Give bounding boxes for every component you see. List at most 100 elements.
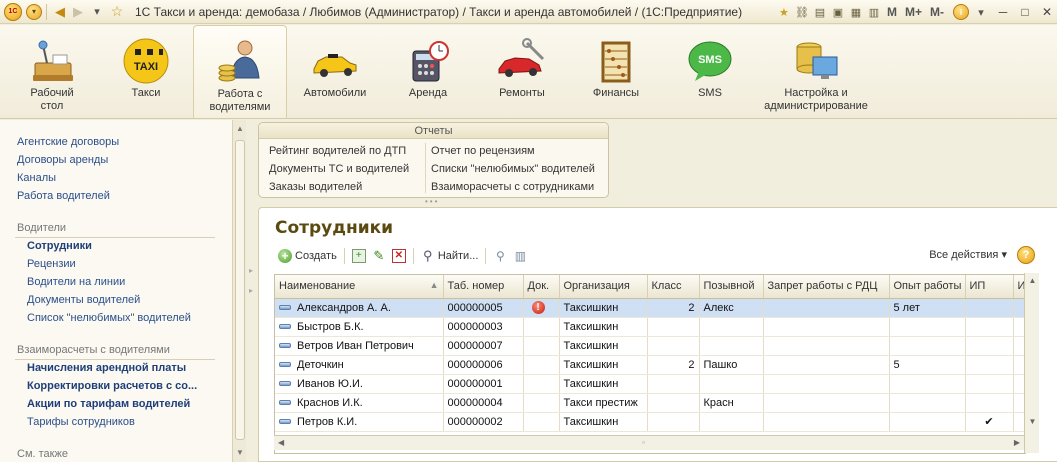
nav-item-employees[interactable]: Сотрудники bbox=[27, 240, 92, 252]
column-header-name[interactable]: Наименование ▲ bbox=[275, 275, 444, 299]
cell-ban[interactable] bbox=[763, 317, 890, 337]
column-header-tab[interactable]: Таб. номер bbox=[443, 275, 524, 299]
panel-splitter[interactable]: ▸ ▸ bbox=[246, 120, 256, 462]
nav-link-driver-work[interactable]: Работа водителей bbox=[17, 190, 110, 202]
cell-ip[interactable] bbox=[965, 374, 1014, 394]
scroll-up-icon[interactable]: ▲ bbox=[235, 124, 245, 133]
cell-experience[interactable] bbox=[889, 393, 966, 413]
cell-doc[interactable] bbox=[523, 317, 560, 337]
cell-org[interactable]: Таксишкин bbox=[559, 355, 648, 375]
add-favorite-icon[interactable]: ★ bbox=[776, 4, 792, 20]
scroll-thumb[interactable] bbox=[235, 140, 245, 440]
section-finance[interactable]: Финансы bbox=[584, 25, 648, 118]
cell-experience[interactable]: 5 лет bbox=[889, 298, 966, 318]
cell-callsign[interactable]: Красн bbox=[699, 393, 764, 413]
list-settings-button[interactable]: ▥ bbox=[510, 246, 530, 266]
table-vertical-scrollbar[interactable]: ▲ ▼ bbox=[1024, 273, 1039, 453]
section-rent[interactable]: Аренда bbox=[396, 25, 460, 118]
cell-name[interactable]: Александров А. А. bbox=[275, 298, 444, 318]
cell-doc[interactable] bbox=[523, 412, 560, 432]
forward-arrow-icon[interactable]: ▶ bbox=[69, 3, 87, 21]
cell-callsign[interactable] bbox=[699, 374, 764, 394]
cell-doc[interactable] bbox=[523, 355, 560, 375]
cell-class[interactable]: 2 bbox=[647, 355, 700, 375]
report-link-disliked-lists[interactable]: Списки "нелюбимых" водителей bbox=[431, 163, 595, 175]
link-icon[interactable]: ⛓ bbox=[794, 4, 810, 20]
back-arrow-icon[interactable]: ◀ bbox=[51, 3, 69, 21]
cell-experience[interactable] bbox=[889, 374, 966, 394]
copy-button[interactable]: + bbox=[349, 246, 369, 266]
print-icon[interactable]: ▤ bbox=[812, 4, 828, 20]
report-link-accident-rating[interactable]: Рейтинг водителей по ДТП bbox=[269, 145, 406, 157]
column-header-doc[interactable]: Док. bbox=[523, 275, 560, 299]
table-row[interactable]: Петров К.И. 000000002 Таксишкин ✔ bbox=[275, 412, 1025, 432]
cell-ip[interactable] bbox=[965, 298, 1014, 318]
scroll-left-icon[interactable]: ◀ bbox=[278, 438, 284, 447]
all-actions-menu[interactable]: Все действия ▾ bbox=[929, 248, 1007, 261]
cell-experience[interactable] bbox=[889, 412, 966, 432]
scroll-right-icon[interactable]: ▶ bbox=[1014, 438, 1020, 447]
cell-name[interactable]: Петров К.И. bbox=[275, 412, 444, 432]
cell-name[interactable]: Ветров Иван Петрович bbox=[275, 336, 444, 356]
section-sms[interactable]: SMS SMS bbox=[680, 25, 740, 118]
cell-ban[interactable] bbox=[763, 336, 890, 356]
table-horizontal-scrollbar[interactable]: ◀ ▫ ▶ bbox=[274, 435, 1024, 450]
cell-org[interactable]: Таксишкин bbox=[559, 298, 648, 318]
cell-org[interactable]: Такси престиж bbox=[559, 393, 648, 413]
cell-ip[interactable] bbox=[965, 336, 1014, 356]
cell-ip[interactable] bbox=[965, 317, 1014, 337]
cell-class[interactable] bbox=[647, 412, 700, 432]
nav-item-disliked-drivers[interactable]: Список "нелюбимых" водителей bbox=[27, 312, 191, 324]
table-row[interactable]: Краснов И.К. 000000004 Такси престиж Красн bbox=[275, 393, 1025, 413]
scroll-down-icon[interactable]: ▼ bbox=[1027, 417, 1038, 426]
cell-name[interactable]: Иванов Ю.И. bbox=[275, 374, 444, 394]
memory-button[interactable]: M bbox=[884, 5, 900, 19]
cell-ban[interactable] bbox=[763, 298, 890, 318]
cell-callsign[interactable] bbox=[699, 336, 764, 356]
cell-doc[interactable]: ! bbox=[523, 298, 560, 318]
section-repairs[interactable]: Ремонты bbox=[490, 25, 554, 118]
cell-ip[interactable] bbox=[965, 355, 1014, 375]
favorites-star-icon[interactable]: ☆ bbox=[107, 2, 127, 22]
nav-item-tariff-promos[interactable]: Акции по тарифам водителей bbox=[27, 398, 190, 410]
scroll-down-icon[interactable]: ▼ bbox=[235, 448, 245, 457]
cell-class[interactable] bbox=[647, 336, 700, 356]
nav-item-rent-charges[interactable]: Начисления арендной платы bbox=[27, 362, 186, 374]
cell-experience[interactable]: 5 bbox=[889, 355, 966, 375]
cell-doc[interactable] bbox=[523, 374, 560, 394]
memory-minus-button[interactable]: M- bbox=[927, 5, 947, 19]
cell-ban[interactable] bbox=[763, 355, 890, 375]
calendar-icon[interactable]: ▥ bbox=[866, 4, 882, 20]
cell-callsign[interactable] bbox=[699, 317, 764, 337]
nav-item-reviews[interactable]: Рецензии bbox=[27, 258, 76, 270]
cell-name[interactable]: Краснов И.К. bbox=[275, 393, 444, 413]
section-settings[interactable]: Настройка и администрирование bbox=[760, 25, 872, 118]
cell-callsign[interactable] bbox=[699, 412, 764, 432]
cell-ban[interactable] bbox=[763, 393, 890, 413]
section-drivers[interactable]: Работа с водителями bbox=[193, 25, 287, 118]
cell-tab[interactable]: 000000004 bbox=[443, 393, 524, 413]
scroll-up-icon[interactable]: ▲ bbox=[1027, 276, 1038, 285]
report-link-driver-orders[interactable]: Заказы водителей bbox=[269, 181, 362, 193]
cancel-search-button[interactable]: ⚲ bbox=[490, 246, 510, 266]
cell-experience[interactable] bbox=[889, 336, 966, 356]
save-icon[interactable]: ▣ bbox=[830, 4, 846, 20]
cell-tab[interactable]: 000000007 bbox=[443, 336, 524, 356]
cell-org[interactable]: Таксишкин bbox=[559, 317, 648, 337]
section-desktop[interactable]: Рабочий стол bbox=[20, 25, 84, 118]
section-taxi[interactable]: TAXI Такси bbox=[112, 25, 180, 118]
report-link-reviews[interactable]: Отчет по рецензиям bbox=[431, 145, 535, 157]
column-header-callsign[interactable]: Позывной bbox=[699, 275, 764, 299]
create-button[interactable]: + Создать bbox=[275, 246, 340, 266]
app-logo-icon[interactable]: 1С bbox=[4, 2, 22, 21]
cell-class[interactable] bbox=[647, 393, 700, 413]
report-link-vehicle-docs[interactable]: Документы ТС и водителей bbox=[269, 163, 409, 175]
cell-org[interactable]: Таксишкин bbox=[559, 336, 648, 356]
nav-link-agent-contracts[interactable]: Агентские договоры bbox=[17, 136, 119, 148]
column-header-ip[interactable]: ИП bbox=[965, 275, 1014, 299]
info-icon[interactable]: i bbox=[953, 4, 969, 20]
cell-name[interactable]: Быстров Б.К. bbox=[275, 317, 444, 337]
left-nav-scrollbar[interactable]: ▲ ▼ bbox=[232, 120, 246, 462]
cell-doc[interactable] bbox=[523, 336, 560, 356]
nav-item-drivers-online[interactable]: Водители на линии bbox=[27, 276, 125, 288]
